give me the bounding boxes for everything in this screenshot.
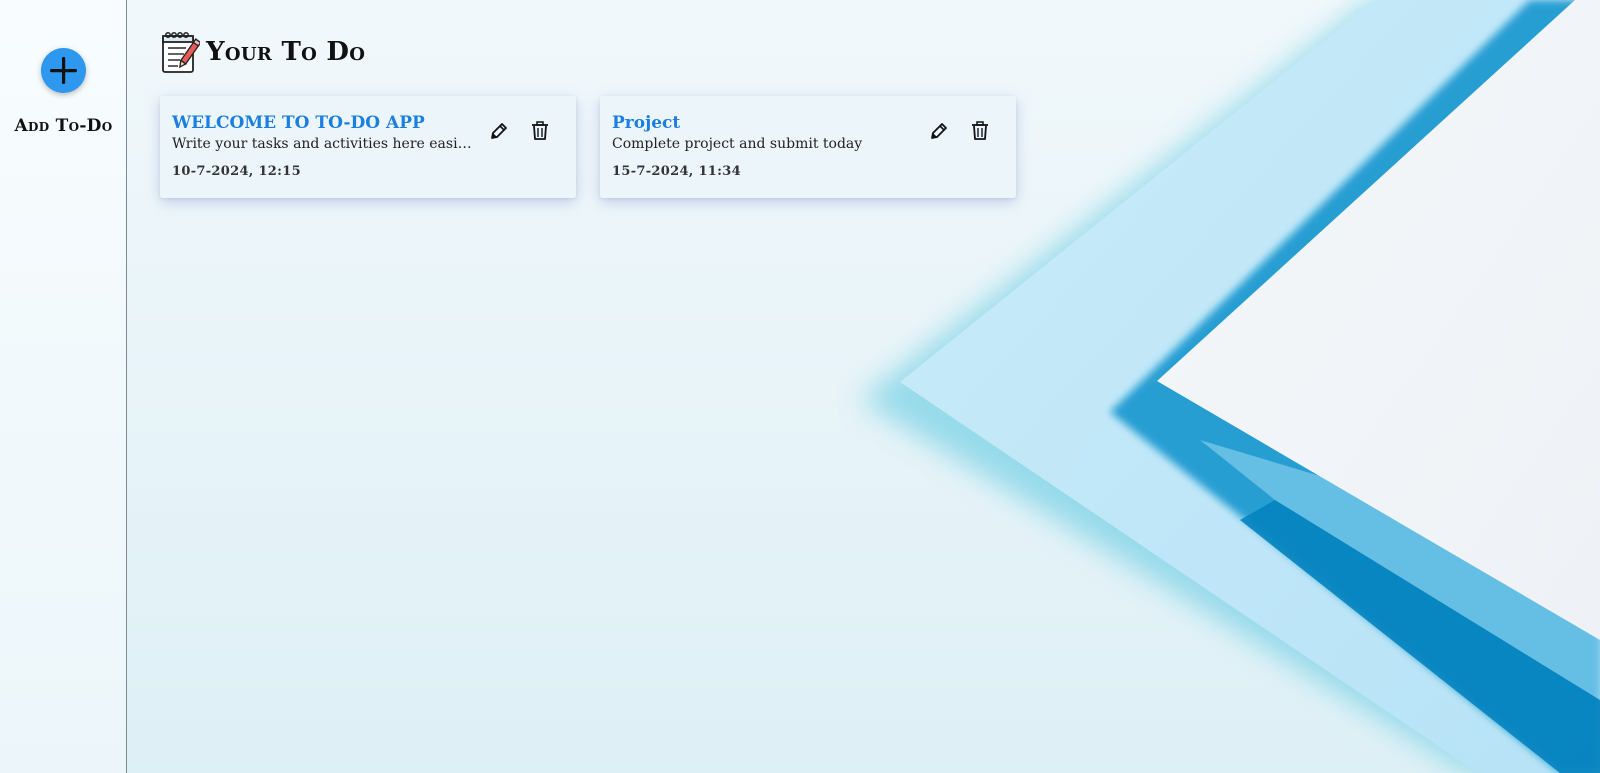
edit-button[interactable] bbox=[928, 120, 950, 142]
todo-description: Write your tasks and activities here eas… bbox=[172, 136, 472, 152]
trash-icon bbox=[532, 121, 548, 140]
todo-card: WELCOME TO TO-DO APP Write your tasks an… bbox=[160, 96, 576, 198]
todo-title: Project bbox=[612, 113, 681, 133]
todo-title: WELCOME TO TO-DO APP bbox=[172, 113, 425, 133]
todo-card: Project Complete project and submit toda… bbox=[600, 96, 1016, 198]
notepad-pencil-icon bbox=[162, 32, 200, 73]
pencil-icon bbox=[491, 123, 507, 139]
page-title: Your To Do bbox=[206, 37, 366, 67]
todo-date: 10-7-2024, 12:15 bbox=[172, 164, 301, 179]
todo-description: Complete project and submit today bbox=[612, 136, 863, 152]
plus-icon bbox=[50, 57, 77, 84]
page-header: Your To Do bbox=[160, 30, 365, 74]
trash-icon bbox=[972, 121, 988, 140]
delete-button[interactable] bbox=[529, 120, 551, 142]
edit-button[interactable] bbox=[488, 120, 510, 142]
todo-date: 15-7-2024, 11:34 bbox=[612, 164, 741, 179]
pencil-icon bbox=[931, 123, 947, 139]
sidebar: Add To-Do bbox=[0, 0, 127, 773]
add-todo-button[interactable] bbox=[41, 48, 86, 93]
add-todo-label[interactable]: Add To-Do bbox=[0, 116, 127, 136]
delete-button[interactable] bbox=[969, 120, 991, 142]
